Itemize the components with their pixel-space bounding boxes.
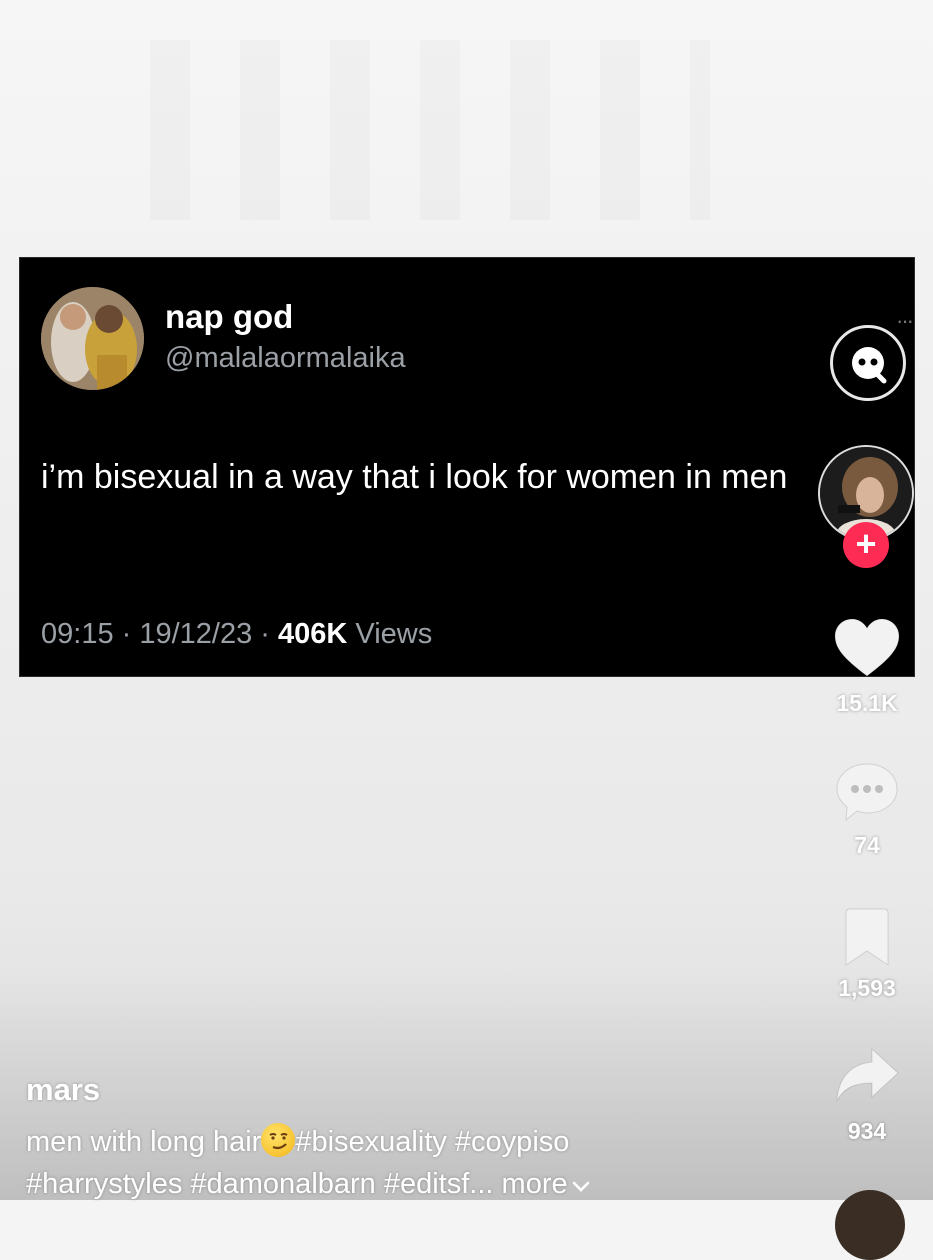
music-disc-avatar[interactable]: [835, 1190, 905, 1260]
like-button[interactable]: [832, 617, 902, 679]
comment-icon: [836, 763, 898, 822]
caption-more-label: more: [501, 1168, 568, 1200]
chevron-down-icon: [572, 1181, 589, 1192]
tweet-avatar: [41, 287, 144, 390]
save-count: 1,593: [838, 975, 896, 1001]
video-caption[interactable]: men with long hair #bisexuality #coypiso …: [26, 1121, 786, 1205]
caption-hashtags-line2[interactable]: #harrystyles #damonalbarn #editsf...: [26, 1168, 493, 1200]
tweet-views-count: 406K: [278, 618, 348, 650]
tweet-text: i’m bisexual in a way that i look for wo…: [41, 458, 788, 496]
smirking-face-emoji: [261, 1123, 296, 1157]
heart-icon: [834, 618, 900, 677]
creator-profile[interactable]: +: [816, 445, 916, 570]
like-count: 15.1K: [836, 690, 898, 716]
tweet-display-name: nap god: [165, 298, 294, 335]
search-face-button[interactable]: [830, 325, 906, 401]
caption-more-button[interactable]: more: [502, 1168, 590, 1200]
tweet-views-label: Views: [347, 618, 433, 650]
caption-text: men with long hair: [26, 1126, 262, 1158]
comment-button[interactable]: [833, 760, 901, 824]
tweet-timestamp: 09:15 · 19/12/23 ·: [41, 618, 278, 650]
share-button[interactable]: [832, 1045, 902, 1107]
search-face-icon: [852, 347, 887, 384]
comment-count: 74: [854, 832, 880, 858]
share-count: 934: [847, 1118, 887, 1144]
creator-username[interactable]: mars: [26, 1072, 100, 1108]
tweet-handle: @malalaormalaika: [165, 342, 406, 374]
tweet-card: nap god @malalaormalaika ··· i’m bisexua…: [19, 257, 915, 677]
share-arrow-icon: [836, 1047, 899, 1102]
tweet-meta: 09:15 · 19/12/23 · 406K Views: [41, 618, 432, 651]
bookmark-icon: [845, 908, 889, 966]
plus-icon: +: [855, 523, 877, 564]
save-button[interactable]: [840, 905, 894, 971]
tweet-more-icon: ···: [896, 308, 914, 333]
follow-plus-button[interactable]: +: [843, 522, 889, 568]
caption-hashtags-line1[interactable]: #bisexuality #coypiso: [295, 1126, 569, 1158]
